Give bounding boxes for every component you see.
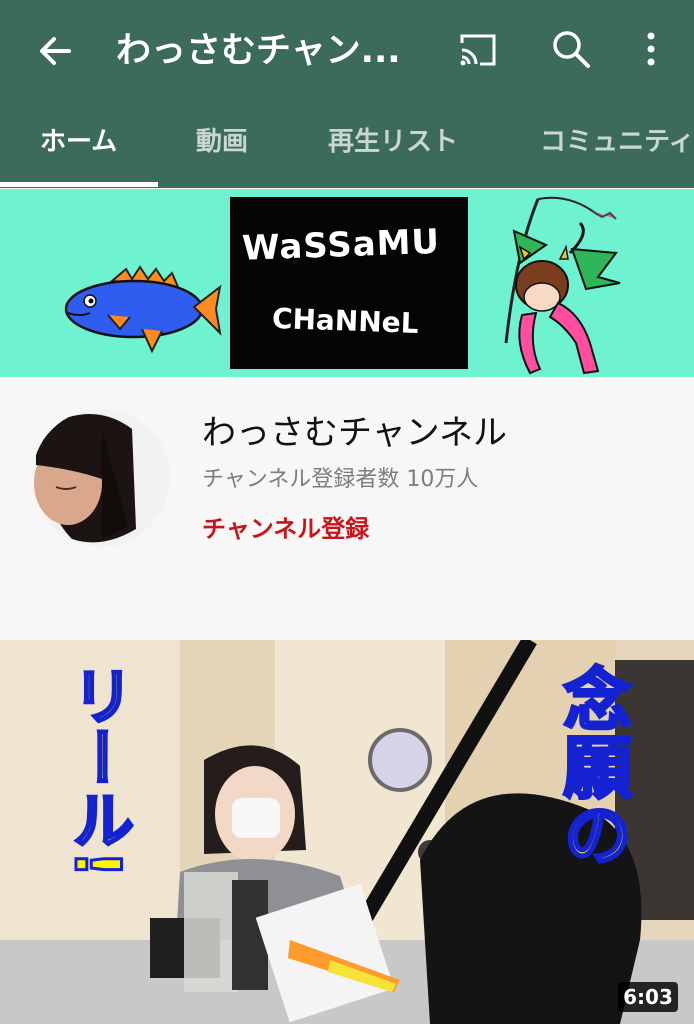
channel-banner: WaSSaMU CHaNNeL: [0, 189, 694, 377]
channel-logo: WaSSaMU CHaNNeL: [230, 197, 468, 369]
search-button[interactable]: [548, 26, 594, 72]
cast-icon: [460, 34, 496, 66]
devil-angler-illustration: [504, 196, 621, 375]
video-thumbnail[interactable]: リール! 念願の: [0, 640, 694, 1024]
thumbnail-text-right: 念願の: [550, 663, 632, 870]
tab-home[interactable]: ホーム: [40, 124, 117, 160]
app-bar: わっさむチャン... ホーム 動画 再生リスト コミュニティ: [0, 0, 694, 188]
video-duration-badge: 6:03: [618, 982, 678, 1012]
subscribe-button[interactable]: チャンネル登録: [202, 509, 369, 544]
fish-illustration: [64, 265, 222, 354]
avatar[interactable]: [32, 409, 170, 547]
tab-bar: ホーム 動画 再生リスト コミュニティ: [0, 100, 694, 188]
more-options-button[interactable]: [632, 26, 670, 72]
channel-header: わっさむチャンネル チャンネル登録者数 10万人 チャンネル登録: [0, 377, 694, 640]
subscriber-count: チャンネル登録者数 10万人: [202, 467, 479, 492]
tab-videos[interactable]: 動画: [196, 124, 248, 160]
channel-name: わっさむチャンネル: [202, 413, 507, 453]
more-vertical-icon: [647, 32, 655, 66]
tab-community[interactable]: コミュニティ: [540, 124, 694, 160]
logo-text-line1: WaSSaMU: [241, 221, 441, 269]
channel-title: わっさむチャン...: [116, 31, 401, 71]
cast-button[interactable]: [456, 30, 500, 70]
logo-text-line2: CHaNNeL: [271, 301, 420, 340]
thumbnail-text-left: リール!: [60, 662, 136, 879]
search-icon: [553, 31, 590, 68]
arrow-left-icon: [40, 37, 71, 65]
avatar-photo: [32, 409, 170, 547]
top-bar: わっさむチャン...: [0, 0, 694, 100]
tab-playlists[interactable]: 再生リスト: [328, 124, 458, 160]
active-tab-indicator: [0, 182, 158, 187]
back-button[interactable]: [30, 26, 80, 76]
